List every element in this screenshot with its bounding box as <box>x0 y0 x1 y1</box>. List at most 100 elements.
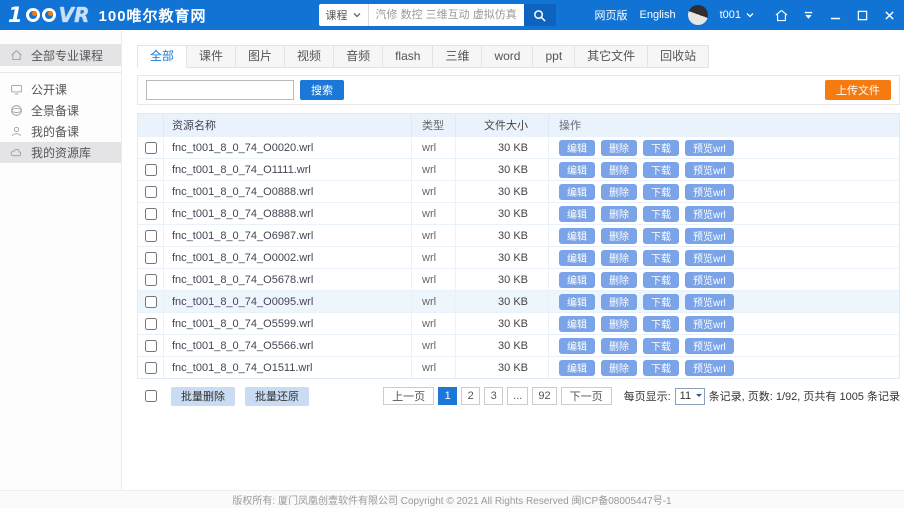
row-checkbox[interactable] <box>145 230 157 242</box>
upload-file-button[interactable]: 上传文件 <box>825 80 891 100</box>
header-search-button[interactable] <box>524 4 556 26</box>
delete-button[interactable]: 删除 <box>601 250 637 266</box>
preview-wrl-button[interactable]: 预览wrl <box>685 162 734 178</box>
download-button[interactable]: 下载 <box>643 250 679 266</box>
download-button[interactable]: 下载 <box>643 272 679 288</box>
preview-wrl-button[interactable]: 预览wrl <box>685 250 734 266</box>
edit-button[interactable]: 编辑 <box>559 294 595 310</box>
row-checkbox[interactable] <box>145 252 157 264</box>
preview-wrl-button[interactable]: 预览wrl <box>685 272 734 288</box>
per-page-select[interactable]: 11 <box>675 388 705 405</box>
sidebar-item[interactable]: 我的备课 <box>0 121 121 142</box>
resource-name: fnc_t001_8_0_74_O0888.wrl <box>164 181 412 202</box>
row-checkbox[interactable] <box>145 274 157 286</box>
preview-wrl-button[interactable]: 预览wrl <box>685 206 734 222</box>
tab[interactable]: 回收站 <box>647 45 709 68</box>
row-checkbox[interactable] <box>145 340 157 352</box>
row-checkbox[interactable] <box>145 186 157 198</box>
row-checkbox[interactable] <box>145 208 157 220</box>
tab[interactable]: word <box>481 45 533 68</box>
web-version-link[interactable]: 网页版 <box>595 7 628 23</box>
row-checkbox[interactable] <box>145 318 157 330</box>
download-button[interactable]: 下载 <box>643 184 679 200</box>
download-button[interactable]: 下载 <box>643 294 679 310</box>
tab[interactable]: flash <box>382 45 433 68</box>
resource-search-button[interactable]: 搜索 <box>300 80 344 100</box>
edit-button[interactable]: 编辑 <box>559 228 595 244</box>
edit-button[interactable]: 编辑 <box>559 272 595 288</box>
edit-button[interactable]: 编辑 <box>559 206 595 222</box>
row-checkbox[interactable] <box>145 296 157 308</box>
download-button[interactable]: 下载 <box>643 338 679 354</box>
page-button[interactable]: 92 <box>532 387 556 405</box>
sidebar-item[interactable]: 全景备课 <box>0 100 121 121</box>
maximize-icon[interactable] <box>855 8 869 22</box>
minimize-icon[interactable] <box>828 8 842 22</box>
avatar[interactable] <box>688 5 708 25</box>
delete-button[interactable]: 删除 <box>601 360 637 376</box>
home-icon[interactable] <box>774 8 788 22</box>
delete-button[interactable]: 删除 <box>601 184 637 200</box>
resource-search-input[interactable] <box>146 80 294 100</box>
preview-wrl-button[interactable]: 预览wrl <box>685 338 734 354</box>
tab[interactable]: 图片 <box>235 45 285 68</box>
delete-button[interactable]: 删除 <box>601 294 637 310</box>
download-button[interactable]: 下载 <box>643 228 679 244</box>
delete-button[interactable]: 删除 <box>601 338 637 354</box>
row-checkbox[interactable] <box>145 362 157 374</box>
user-menu[interactable]: t001 <box>720 9 754 21</box>
search-category-select[interactable]: 课程 <box>319 4 369 26</box>
edit-button[interactable]: 编辑 <box>559 316 595 332</box>
download-button[interactable]: 下载 <box>643 360 679 376</box>
tab[interactable]: 三维 <box>432 45 482 68</box>
edit-button[interactable]: 编辑 <box>559 338 595 354</box>
tab[interactable]: 课件 <box>186 45 236 68</box>
page-button[interactable]: 1 <box>438 387 457 405</box>
edit-button[interactable]: 编辑 <box>559 162 595 178</box>
preview-wrl-button[interactable]: 预览wrl <box>685 228 734 244</box>
edit-button[interactable]: 编辑 <box>559 140 595 156</box>
resource-size: 30 KB <box>456 247 549 268</box>
delete-button[interactable]: 删除 <box>601 228 637 244</box>
delete-button[interactable]: 删除 <box>601 316 637 332</box>
table-row: fnc_t001_8_0_74_O5566.wrl wrl 30 KB 编辑 删… <box>138 334 899 356</box>
preview-wrl-button[interactable]: 预览wrl <box>685 294 734 310</box>
download-button[interactable]: 下载 <box>643 316 679 332</box>
row-checkbox[interactable] <box>145 164 157 176</box>
delete-button[interactable]: 删除 <box>601 140 637 156</box>
preview-wrl-button[interactable]: 预览wrl <box>685 360 734 376</box>
edit-button[interactable]: 编辑 <box>559 250 595 266</box>
batch-delete-button[interactable]: 批量删除 <box>171 387 235 406</box>
edit-button[interactable]: 编辑 <box>559 360 595 376</box>
tab[interactable]: 音频 <box>333 45 383 68</box>
tab[interactable]: 视频 <box>284 45 334 68</box>
preview-wrl-button[interactable]: 预览wrl <box>685 140 734 156</box>
close-icon[interactable] <box>882 8 896 22</box>
prev-page-button[interactable]: 上一页 <box>383 387 434 405</box>
header-search-input[interactable] <box>369 4 524 26</box>
page-button[interactable]: 3 <box>484 387 503 405</box>
collapse-icon[interactable] <box>801 8 815 22</box>
preview-wrl-button[interactable]: 预览wrl <box>685 184 734 200</box>
page-button[interactable]: 2 <box>461 387 480 405</box>
tab[interactable]: ppt <box>532 45 575 68</box>
sidebar-item[interactable]: 全部专业课程 <box>0 44 121 66</box>
tab[interactable]: 全部 <box>137 45 187 68</box>
download-button[interactable]: 下载 <box>643 162 679 178</box>
search-category-value: 课程 <box>326 7 348 23</box>
delete-button[interactable]: 删除 <box>601 162 637 178</box>
download-button[interactable]: 下载 <box>643 206 679 222</box>
delete-button[interactable]: 删除 <box>601 272 637 288</box>
sidebar-item[interactable]: 我的资源库 <box>0 142 121 163</box>
select-all-checkbox[interactable] <box>145 390 157 402</box>
delete-button[interactable]: 删除 <box>601 206 637 222</box>
tab[interactable]: 其它文件 <box>574 45 648 68</box>
preview-wrl-button[interactable]: 预览wrl <box>685 316 734 332</box>
sidebar-item[interactable]: 公开课 <box>0 79 121 100</box>
edit-button[interactable]: 编辑 <box>559 184 595 200</box>
batch-restore-button[interactable]: 批量还原 <box>245 387 309 406</box>
row-checkbox[interactable] <box>145 142 157 154</box>
download-button[interactable]: 下载 <box>643 140 679 156</box>
english-link[interactable]: English <box>640 9 676 21</box>
next-page-button[interactable]: 下一页 <box>561 387 612 405</box>
